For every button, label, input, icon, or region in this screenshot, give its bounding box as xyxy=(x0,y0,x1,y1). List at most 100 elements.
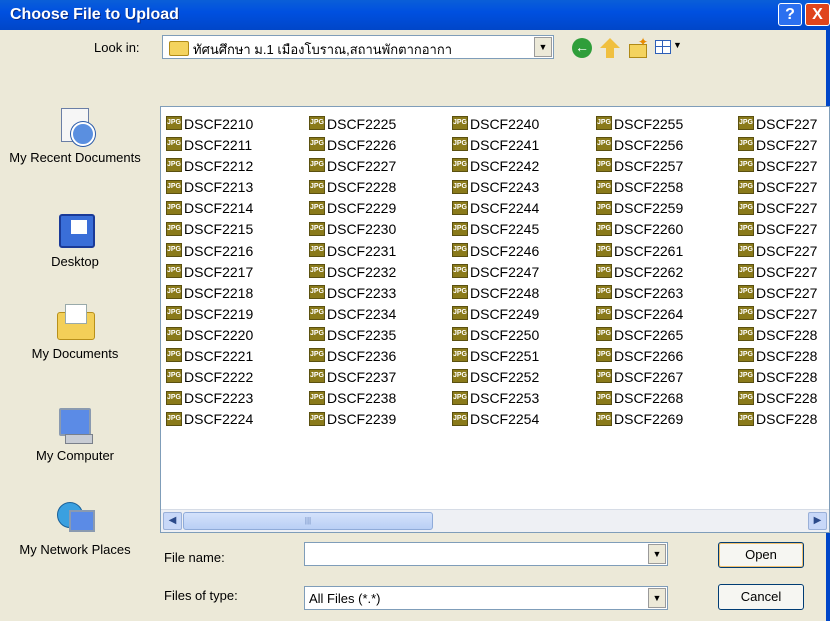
list-item[interactable]: JPG DSCF2231 xyxy=(309,240,459,261)
list-item[interactable]: JPG DSCF2243 xyxy=(452,176,602,197)
chevron-down-icon[interactable]: ▼ xyxy=(534,37,552,57)
list-item[interactable]: JPG DSCF228 xyxy=(738,324,829,345)
place-my-network-places[interactable]: My Network Places xyxy=(0,498,150,558)
place-my-documents[interactable]: My Documents xyxy=(0,302,150,362)
close-button[interactable]: X xyxy=(805,3,830,26)
list-item[interactable]: JPG DSCF2245 xyxy=(452,218,602,239)
list-item[interactable]: JPG DSCF2249 xyxy=(452,303,602,324)
list-item[interactable]: JPG DSCF2238 xyxy=(309,387,459,408)
list-item[interactable]: JPG DSCF2265 xyxy=(596,324,746,345)
list-item[interactable]: JPG DSCF2217 xyxy=(166,261,316,282)
list-item[interactable]: JPG DSCF2244 xyxy=(452,197,602,218)
list-item[interactable]: JPG DSCF2215 xyxy=(166,218,316,239)
list-item[interactable]: JPG DSCF2211 xyxy=(166,134,316,155)
up-folder-icon[interactable] xyxy=(600,38,620,58)
list-item[interactable]: JPG DSCF2242 xyxy=(452,155,602,176)
list-item[interactable]: JPG DSCF227 xyxy=(738,282,829,303)
list-item[interactable]: JPG DSCF2258 xyxy=(596,176,746,197)
list-item[interactable]: JPG DSCF2255 xyxy=(596,113,746,134)
list-item[interactable]: JPG DSCF2256 xyxy=(596,134,746,155)
list-item[interactable]: JPG DSCF228 xyxy=(738,345,829,366)
list-item[interactable]: JPG DSCF2240 xyxy=(452,113,602,134)
list-item[interactable]: JPG DSCF2219 xyxy=(166,303,316,324)
file-list[interactable]: JPG DSCF2210 JPG DSCF2211 JPG DSCF2212 JPG DSCF… xyxy=(160,106,830,533)
open-button[interactable]: Open xyxy=(718,542,804,568)
list-item[interactable]: JPG DSCF2220 xyxy=(166,324,316,345)
list-item[interactable]: JPG DSCF2247 xyxy=(452,261,602,282)
list-item[interactable]: JPG DSCF2257 xyxy=(596,155,746,176)
scroll-right-icon[interactable]: ▶ xyxy=(808,512,827,530)
list-item[interactable]: JPG DSCF227 xyxy=(738,176,829,197)
list-item[interactable]: JPG DSCF2233 xyxy=(309,282,459,303)
list-item[interactable]: JPG DSCF228 xyxy=(738,366,829,387)
place-my-computer[interactable]: My Computer xyxy=(0,404,150,464)
list-item[interactable]: JPG DSCF2268 xyxy=(596,387,746,408)
list-item[interactable]: JPG DSCF2232 xyxy=(309,261,459,282)
list-item[interactable]: JPG DSCF2226 xyxy=(309,134,459,155)
list-item[interactable]: JPG DSCF2252 xyxy=(452,366,602,387)
back-icon[interactable]: ← xyxy=(572,38,592,58)
lookin-combobox[interactable]: ทัศนศึกษา ม.1 เมืองโบราณ,สถานพักตากอากา … xyxy=(162,35,554,59)
scroll-left-icon[interactable]: ◀ xyxy=(163,512,182,530)
list-item[interactable]: JPG DSCF2254 xyxy=(452,408,602,429)
list-item[interactable]: JPG DSCF227 xyxy=(738,113,829,134)
list-item[interactable]: JPG DSCF2225 xyxy=(309,113,459,134)
list-item[interactable]: JPG DSCF2246 xyxy=(452,240,602,261)
jpg-file-icon: JPG xyxy=(166,221,182,236)
list-item[interactable]: JPG DSCF2259 xyxy=(596,197,746,218)
chevron-down-icon[interactable]: ▼ xyxy=(648,588,666,608)
file-name-field[interactable]: ▼ xyxy=(304,542,668,566)
help-button[interactable]: ? xyxy=(778,3,802,26)
list-item[interactable]: JPG DSCF2269 xyxy=(596,408,746,429)
list-item[interactable]: JPG DSCF227 xyxy=(738,134,829,155)
list-item[interactable]: JPG DSCF2228 xyxy=(309,176,459,197)
place-my-recent-documents[interactable]: My Recent Documents xyxy=(0,106,150,166)
cancel-button[interactable]: Cancel xyxy=(718,584,804,610)
list-item[interactable]: JPG DSCF2214 xyxy=(166,197,316,218)
list-item[interactable]: JPG DSCF227 xyxy=(738,218,829,239)
list-item[interactable]: JPG DSCF2212 xyxy=(166,155,316,176)
place-desktop[interactable]: Desktop xyxy=(0,210,150,270)
list-item[interactable]: JPG DSCF2253 xyxy=(452,387,602,408)
list-item[interactable]: JPG DSCF2210 xyxy=(166,113,316,134)
file-type-select[interactable]: All Files (*.*) ▼ xyxy=(304,586,668,610)
list-item[interactable]: JPG DSCF2234 xyxy=(309,303,459,324)
list-item[interactable]: JPG DSCF2229 xyxy=(309,197,459,218)
chevron-down-icon[interactable]: ▼ xyxy=(648,544,666,564)
list-item[interactable]: JPG DSCF227 xyxy=(738,197,829,218)
list-item[interactable]: JPG DSCF2264 xyxy=(596,303,746,324)
list-item[interactable]: JPG DSCF2241 xyxy=(452,134,602,155)
list-item[interactable]: JPG DSCF2230 xyxy=(309,218,459,239)
views-menu-icon[interactable]: ▼ xyxy=(655,38,685,58)
list-item[interactable]: JPG DSCF2266 xyxy=(596,345,746,366)
list-item[interactable]: JPG DSCF2250 xyxy=(452,324,602,345)
list-item[interactable]: JPG DSCF2237 xyxy=(309,366,459,387)
list-item[interactable]: JPG DSCF2218 xyxy=(166,282,316,303)
list-item[interactable]: JPG DSCF2236 xyxy=(309,345,459,366)
list-item[interactable]: JPG DSCF2267 xyxy=(596,366,746,387)
list-item[interactable]: JPG DSCF2235 xyxy=(309,324,459,345)
list-item[interactable]: JPG DSCF2251 xyxy=(452,345,602,366)
scrollbar-thumb[interactable]: ||| xyxy=(183,512,433,530)
list-item[interactable]: JPG DSCF2248 xyxy=(452,282,602,303)
horizontal-scrollbar[interactable]: ◀ ||| ▶ xyxy=(161,509,829,532)
list-item[interactable]: JPG DSCF2223 xyxy=(166,387,316,408)
list-item[interactable]: JPG DSCF227 xyxy=(738,261,829,282)
list-item[interactable]: JPG DSCF2224 xyxy=(166,408,316,429)
list-item[interactable]: JPG DSCF2222 xyxy=(166,366,316,387)
list-item[interactable]: JPG DSCF227 xyxy=(738,303,829,324)
list-item[interactable]: JPG DSCF2262 xyxy=(596,261,746,282)
list-item[interactable]: JPG DSCF228 xyxy=(738,408,829,429)
list-item[interactable]: JPG DSCF2227 xyxy=(309,155,459,176)
list-item[interactable]: JPG DSCF2239 xyxy=(309,408,459,429)
list-item[interactable]: JPG DSCF2261 xyxy=(596,240,746,261)
list-item[interactable]: JPG DSCF227 xyxy=(738,155,829,176)
new-folder-icon[interactable]: ✦ xyxy=(627,35,648,58)
list-item[interactable]: JPG DSCF2221 xyxy=(166,345,316,366)
list-item[interactable]: JPG DSCF2263 xyxy=(596,282,746,303)
list-item[interactable]: JPG DSCF228 xyxy=(738,387,829,408)
list-item[interactable]: JPG DSCF2260 xyxy=(596,218,746,239)
list-item[interactable]: JPG DSCF2216 xyxy=(166,240,316,261)
list-item[interactable]: JPG DSCF2213 xyxy=(166,176,316,197)
list-item[interactable]: JPG DSCF227 xyxy=(738,240,829,261)
